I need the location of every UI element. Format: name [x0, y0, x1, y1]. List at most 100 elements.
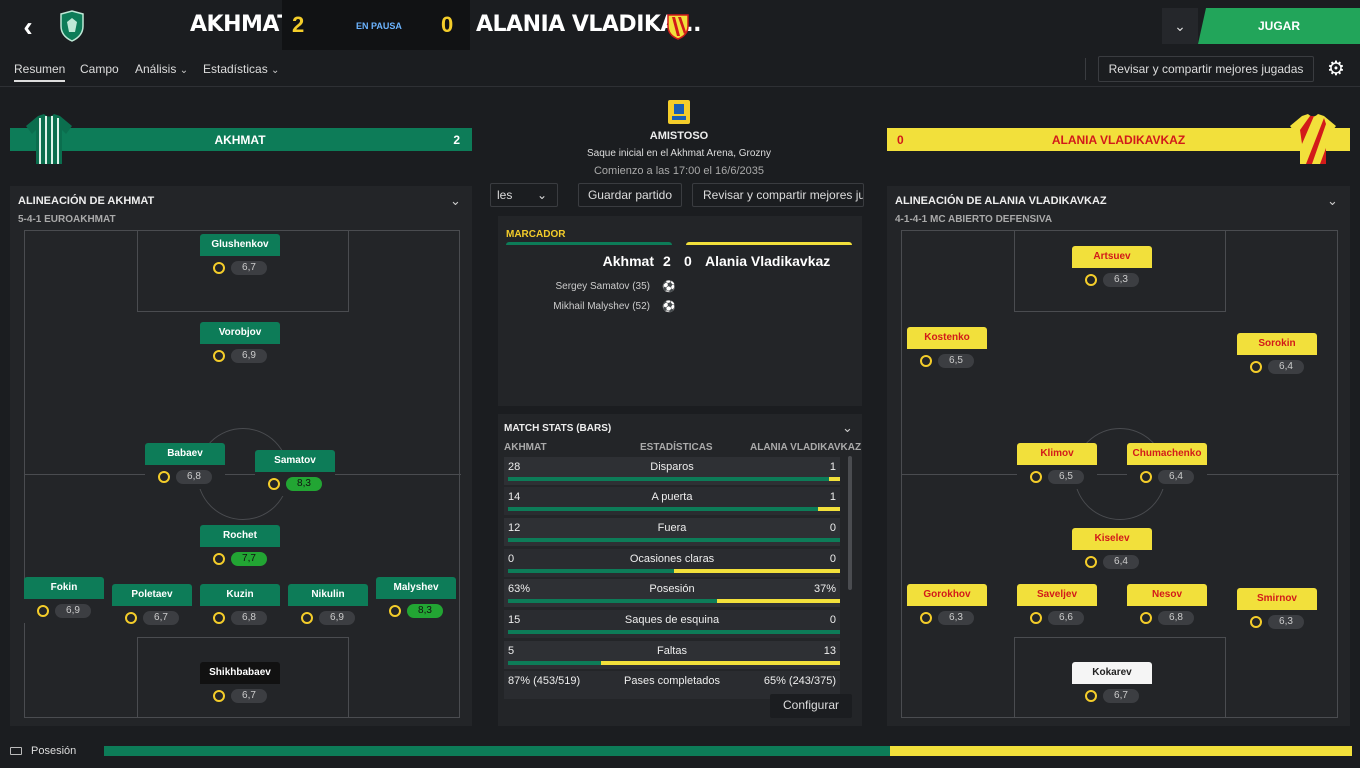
player-name: Poletaev [112, 584, 192, 606]
stat-label: Saques de esquina [624, 614, 720, 626]
player-name: Sorokin [1237, 333, 1317, 355]
player-name: Kokarev [1072, 662, 1152, 684]
player-card[interactable]: Babaev 6,8 [145, 443, 225, 491]
player-name: Fokin [24, 577, 104, 599]
player-card[interactable]: Kokarev 6,7 [1072, 662, 1152, 710]
play-button[interactable]: JUGAR [1198, 8, 1360, 44]
player-name: Saveljev [1017, 584, 1097, 606]
player-card[interactable]: Nikulin 6,9 [288, 584, 368, 632]
stat-away-value: 65% (243/375) [763, 675, 836, 687]
player-card[interactable]: Smirnov 6,3 [1237, 588, 1317, 636]
player-name: Malyshev [376, 577, 456, 599]
stat-row: 28 Disparos 1 [504, 457, 840, 485]
player-card[interactable]: Fokin 6,9 [24, 577, 104, 625]
chevron-down-icon[interactable]: ⌄ [450, 193, 461, 209]
goal-ball-icon: ⚽ [662, 281, 676, 293]
player-card[interactable]: Kuzin 6,8 [200, 584, 280, 632]
player-card[interactable]: Rochet 7,7 [200, 525, 280, 573]
player-rating-row: 6,5 [907, 349, 987, 373]
home-team-bar-score: 2 [453, 133, 460, 147]
home-color-strip [506, 242, 672, 245]
away-lineup-title: ALINEACIÓN DE ALANIA VLADIKAVKAZ [895, 195, 1107, 207]
configure-button[interactable]: Configurar [770, 694, 852, 718]
chevron-down-icon[interactable]: ⌄ [842, 420, 853, 436]
scoreboard-home-goals: 2 [663, 253, 671, 269]
stats-scrollbar[interactable] [848, 456, 852, 590]
condition-icon [1085, 556, 1097, 568]
player-card[interactable]: Poletaev 6,7 [112, 584, 192, 632]
condition-icon [158, 471, 170, 483]
tab-campo[interactable]: Campo [80, 62, 119, 76]
player-name: Nikulin [288, 584, 368, 606]
player-card[interactable]: Nesov 6,8 [1127, 584, 1207, 632]
stat-bar-away [674, 569, 840, 573]
stat-away-value: 1 [829, 461, 836, 473]
player-rating: 6,8 [231, 611, 267, 625]
score-box: 2 EN PAUSA 0 [282, 0, 470, 50]
stats-col-mid: ESTADÍSTICAS [640, 442, 713, 453]
stat-bar [508, 630, 840, 634]
player-card[interactable]: Artsuev 6,3 [1072, 246, 1152, 294]
scoreboard-home: Akhmat [602, 253, 654, 269]
player-card[interactable]: Klimov 6,5 [1017, 443, 1097, 491]
stat-bar-away [717, 599, 840, 603]
player-rating: 8,3 [286, 477, 322, 491]
condition-icon [1085, 274, 1097, 286]
stat-bar [508, 661, 840, 665]
player-rating: 6,7 [231, 689, 267, 703]
player-card[interactable]: Samatov 8,3 [255, 450, 335, 498]
stat-label: Ocasiones claras [629, 553, 715, 565]
venue-text: Saque inicial en el Akhmat Arena, Grozny [587, 148, 771, 159]
tab-analisis-label: Análisis [135, 62, 177, 76]
player-rating-row: 6,3 [1237, 610, 1317, 634]
tab-analisis[interactable]: Análisis ⌄ [135, 62, 188, 76]
chevron-down-icon: ⌄ [271, 65, 280, 76]
player-card[interactable]: Vorobjov 6,9 [200, 322, 280, 370]
review-highlights-button[interactable]: Revisar y compartir mejores jugadas [1098, 56, 1314, 82]
player-card[interactable]: Malyshev 8,3 [376, 577, 456, 625]
stat-bar [508, 507, 840, 511]
view-selector-dropdown[interactable]: les ⌄ [490, 183, 558, 207]
player-name: Shikhbabaev [200, 662, 280, 684]
tab-resumen[interactable]: Resumen [14, 62, 66, 82]
gear-icon[interactable]: ⚙ [1322, 56, 1350, 82]
condition-icon [1250, 361, 1262, 373]
player-card[interactable]: Kostenko 6,5 [907, 327, 987, 375]
condition-icon [389, 605, 401, 617]
stat-row: 63% Posesión 37% [504, 579, 840, 607]
player-card[interactable]: Saveljev 6,6 [1017, 584, 1097, 632]
home-score: 2 [292, 12, 305, 37]
play-options-dropdown[interactable]: ⌄ [1162, 8, 1198, 44]
tab-estadisticas[interactable]: Estadísticas ⌄ [203, 62, 279, 76]
condition-icon [213, 690, 225, 702]
stat-row: 12 Fuera 0 [504, 518, 840, 546]
player-card[interactable]: Gorokhov 6,3 [907, 584, 987, 632]
away-shirt-icon [1290, 114, 1336, 164]
player-name: Chumachenko [1127, 443, 1207, 465]
player-rating: 6,5 [938, 354, 974, 368]
away-team-bar: 0 ALANIA VLADIKAVKAZ [887, 128, 1350, 151]
tab-estadisticas-label: Estadísticas [203, 62, 268, 76]
chevron-down-icon[interactable]: ⌄ [1327, 193, 1338, 209]
player-card[interactable]: Sorokin 6,4 [1237, 333, 1317, 381]
chevron-down-icon: ⌄ [537, 188, 548, 202]
competition-logo-icon [668, 100, 690, 124]
player-card[interactable]: Chumachenko 6,4 [1127, 443, 1207, 491]
condition-icon [920, 355, 932, 367]
stat-bar-home [508, 630, 840, 634]
nav-divider [0, 86, 1360, 87]
player-rating: 6,7 [1103, 689, 1139, 703]
center-review-button[interactable]: Revisar y compartir mejores ju [692, 183, 864, 207]
save-match-button[interactable]: Guardar partido [578, 183, 682, 207]
player-card[interactable]: Kiselev 6,4 [1072, 528, 1152, 576]
player-rating: 6,3 [938, 611, 974, 625]
player-card[interactable]: Glushenkov 6,7 [200, 234, 280, 282]
player-name: Smirnov [1237, 588, 1317, 610]
scorer-2: Mikhail Malyshev (52) [553, 301, 650, 312]
back-arrow-icon[interactable]: ‹ [14, 12, 42, 42]
away-color-strip [686, 242, 852, 245]
player-rating: 8,3 [407, 604, 443, 618]
possession-icon [10, 747, 22, 755]
player-card[interactable]: Shikhbabaev 6,7 [200, 662, 280, 710]
view-selector-label: les [497, 188, 513, 202]
